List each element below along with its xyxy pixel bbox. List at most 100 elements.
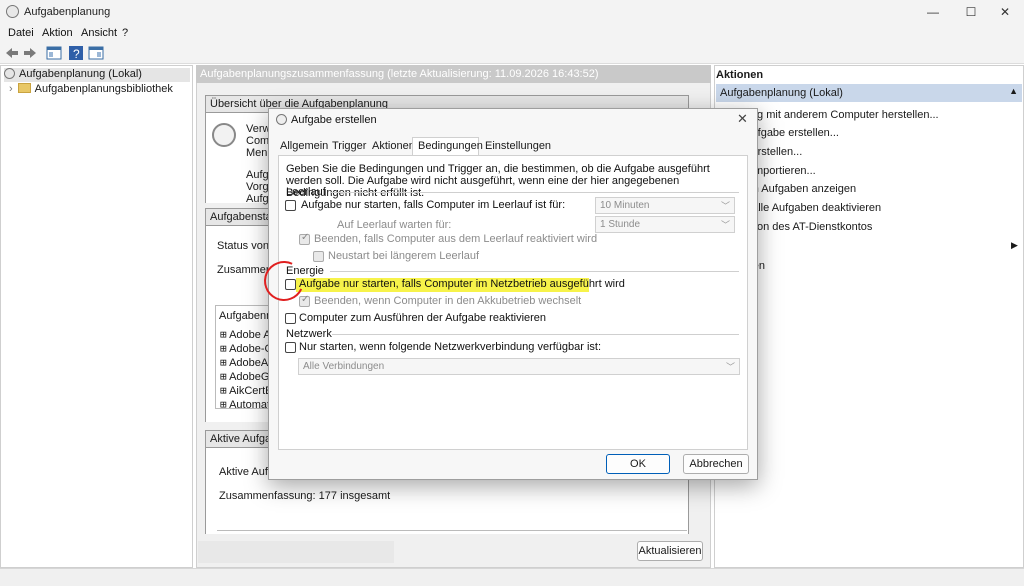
conditions-description: Geben Sie die Bedingungen und Trigger an… <box>286 163 710 199</box>
menu-help[interactable]: ? <box>122 27 128 39</box>
idle-stop-checkbox[interactable] <box>299 232 310 245</box>
divider <box>330 271 739 272</box>
console-tree-icon[interactable] <box>46 45 62 61</box>
power-battery-checkbox[interactable] <box>299 294 310 307</box>
tree-item-label: Aufgabenplanung (Lokal) <box>19 68 142 80</box>
idle-duration-value: 10 Minuten <box>600 200 650 211</box>
clock-icon <box>212 123 236 147</box>
chevron-down-icon: ﹀ <box>720 220 730 230</box>
horizontal-scrollbar[interactable] <box>198 541 394 563</box>
idle-stop-label: Beenden, falls Computer aus dem Leerlauf… <box>314 233 598 245</box>
network-value: Alle Verbindungen <box>303 361 385 372</box>
ok-button[interactable]: OK <box>606 454 670 474</box>
actions-section-label: Aufgabenplanung (Lokal) <box>720 87 843 99</box>
actions-section-header[interactable]: Aufgabenplanung (Lokal) ▲ <box>716 84 1022 102</box>
active-summary: Zusammenfassung: 177 insgesamt <box>219 490 391 502</box>
task-name: Automat <box>229 399 271 408</box>
group-idle-label: Leerlauf <box>286 186 326 198</box>
title-bar <box>0 0 1024 24</box>
folder-icon <box>17 83 31 93</box>
task-name: AikCertE <box>229 385 273 397</box>
action-pane-icon[interactable] <box>88 45 104 61</box>
back-arrow-icon[interactable] <box>4 45 20 61</box>
idle-restart-label: Neustart bei längerem Leerlauf <box>328 250 480 262</box>
menu-action[interactable]: Aktion <box>42 27 73 39</box>
idle-duration-select[interactable]: 10 Minuten ﹀ <box>595 197 735 214</box>
divider <box>217 530 687 531</box>
power-battery-label: Beenden, wenn Computer in den Akkubetrie… <box>314 295 582 307</box>
list-item[interactable]: ⊞ Automat <box>220 398 270 408</box>
plus-box-icon[interactable]: ⊞ <box>220 370 227 383</box>
network-select[interactable]: Alle Verbindungen ﹀ <box>298 358 740 375</box>
list-item[interactable]: ⊞ Adobe-G <box>220 342 273 355</box>
dialog-title: Aufgabe erstellen <box>291 114 377 126</box>
cancel-button[interactable]: Abbrechen <box>683 454 749 474</box>
status-bar <box>0 568 1024 586</box>
idle-restart-checkbox[interactable] <box>313 251 324 262</box>
task-name: Adobe-G <box>229 343 274 355</box>
menu-bar: Datei Aktion Ansicht ? <box>0 24 1024 42</box>
active-label: Aktive Aufg <box>219 466 275 478</box>
clock-icon <box>6 5 19 18</box>
menu-view[interactable]: Ansicht <box>81 27 117 39</box>
tab-conditions[interactable]: Bedingungen <box>418 140 483 156</box>
clock-icon <box>276 114 287 125</box>
actions-pane <box>714 65 1024 568</box>
plus-box-icon[interactable]: ⊞ <box>220 328 227 341</box>
tree-item-label: Aufgabenplanungsbibliothek <box>34 83 173 95</box>
help-icon[interactable]: ? <box>68 45 84 61</box>
tree-item-library[interactable]: › Aufgabenplanungsbibliothek <box>9 83 173 97</box>
refresh-button[interactable]: Aktualisieren <box>637 541 703 561</box>
tab-settings[interactable]: Einstellungen <box>485 140 551 156</box>
task-name: Adobe A <box>229 329 271 341</box>
summary-header: Aufgabenplanungszusammenfassung (letzte … <box>196 65 711 83</box>
power-wake-checkbox[interactable] <box>285 313 296 324</box>
forward-arrow-icon[interactable] <box>22 45 38 61</box>
chevron-down-icon: ﹀ <box>725 362 735 372</box>
power-ac-label: Aufgabe nur starten, falls Computer im N… <box>299 278 625 290</box>
group-network-label: Netzwerk <box>286 328 332 340</box>
maximize-icon[interactable]: ☐ <box>952 2 990 22</box>
list-item[interactable]: ⊞ AdobeGt <box>220 370 273 383</box>
overview-text: Verw <box>246 123 271 135</box>
idle-start-checkbox[interactable] <box>285 200 296 211</box>
submenu-arrow-icon: ▶ <box>1011 240 1018 250</box>
task-name: AdobeGt <box>229 371 273 383</box>
divider <box>332 334 739 335</box>
close-icon[interactable]: ✕ <box>986 2 1024 22</box>
list-item[interactable]: ⊞ AdobeA <box>220 356 268 369</box>
task-list-header: Aufgabenn <box>219 310 273 322</box>
tab-trigger[interactable]: Trigger <box>332 140 366 156</box>
chevron-right-icon[interactable]: › <box>9 83 13 95</box>
idle-wait-label: Auf Leerlauf warten für: <box>337 219 452 231</box>
window-title: Aufgabenplanung <box>24 6 111 18</box>
overview-text: Aufg <box>246 193 269 205</box>
toolbar: ? <box>0 42 1024 64</box>
power-wake-label: Computer zum Ausführen der Aufgabe reakt… <box>299 312 547 324</box>
idle-start-label: Aufgabe nur starten, falls Computer im L… <box>301 199 566 211</box>
network-checkbox[interactable] <box>285 342 296 353</box>
overview-text: Vorg <box>246 181 269 193</box>
svg-text:?: ? <box>73 47 80 61</box>
task-name: AdobeA <box>229 357 269 369</box>
menu-file[interactable]: Datei <box>8 27 34 39</box>
plus-box-icon[interactable]: ⊞ <box>220 342 227 355</box>
clock-icon <box>4 68 15 79</box>
tree-item-root[interactable]: Aufgabenplanung (Lokal) <box>4 68 190 82</box>
tab-actions[interactable]: Aktionen <box>372 140 415 156</box>
chevron-down-icon: ﹀ <box>720 201 730 211</box>
plus-box-icon[interactable]: ⊞ <box>220 398 227 408</box>
tab-general[interactable]: Allgemein <box>280 140 328 156</box>
close-icon[interactable]: ✕ <box>737 111 748 127</box>
divider <box>330 192 739 193</box>
list-item[interactable]: ⊞ Adobe A <box>220 328 271 341</box>
plus-box-icon[interactable]: ⊞ <box>220 356 227 369</box>
plus-box-icon[interactable]: ⊞ <box>220 384 227 397</box>
actions-title: Aktionen <box>716 69 764 81</box>
idle-wait-select[interactable]: 1 Stunde ﹀ <box>595 216 735 233</box>
minimize-icon[interactable]: — <box>914 2 952 22</box>
list-item[interactable]: ⊞ AikCertE <box>220 384 272 397</box>
collapse-up-icon[interactable]: ▲ <box>1009 86 1018 96</box>
idle-wait-value: 1 Stunde <box>600 219 641 230</box>
overview-text: Aufg <box>246 169 269 181</box>
